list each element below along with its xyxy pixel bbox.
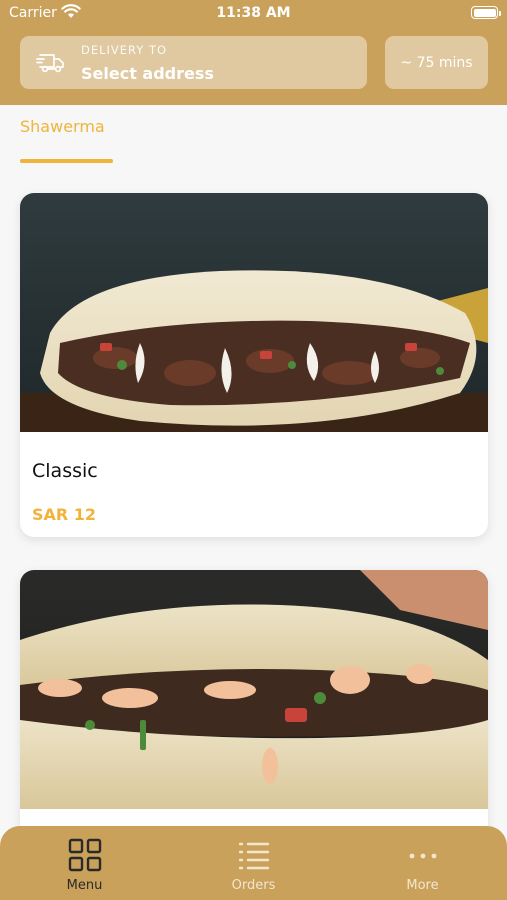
nav-more[interactable]: More [338,826,507,900]
status-bar: Carrier 11:38 AM [0,0,507,28]
product-image [20,193,488,432]
selected-address: Select address [81,64,214,83]
nav-menu[interactable]: Menu [0,826,169,900]
battery-icon [471,6,501,19]
delivery-to-label: DELIVERY TO [81,43,168,57]
list-icon [238,842,270,870]
status-time: 11:38 AM [216,5,291,21]
nav-label-menu: Menu [66,878,103,893]
tab-active-indicator [20,159,113,163]
product-price: SAR 12 [32,505,97,524]
product-card[interactable]: Classic SAR 12 [20,193,488,537]
nav-label-orders: Orders [231,878,276,893]
tab-shawerma[interactable]: Shawerma [20,117,105,136]
truck-icon [36,54,64,73]
nav-orders[interactable]: Orders [169,826,338,900]
app-header: Carrier 11:38 AM DELIVERY TO Select addr… [0,0,507,105]
product-card[interactable] [20,570,488,870]
delivery-eta: ~ 75 mins [385,36,488,89]
delivery-address-selector[interactable]: DELIVERY TO Select address [20,36,367,89]
grid-icon [68,838,102,872]
product-image [20,570,488,809]
nav-label-more: More [406,878,439,893]
more-dots-icon [409,853,437,859]
bottom-nav: Menu Orders More [0,826,507,900]
product-name: Classic [32,460,98,482]
